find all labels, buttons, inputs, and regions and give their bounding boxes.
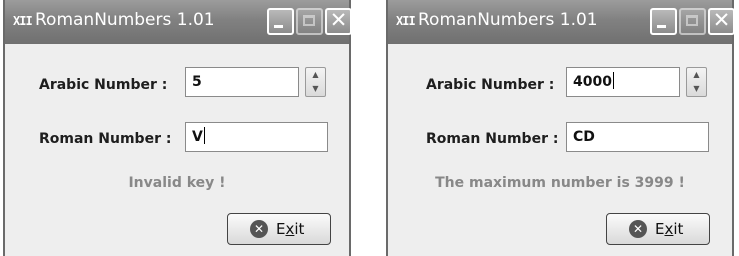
status-message: The maximum number is 3999 !: [435, 175, 685, 191]
roman-number-input[interactable]: CD: [566, 122, 709, 152]
arabic-number-spinner[interactable]: ▲ ▼: [305, 67, 326, 97]
exit-icon: ✕: [629, 220, 647, 238]
close-icon: ✕: [712, 8, 731, 32]
roman-number-input[interactable]: V: [185, 122, 328, 152]
arabic-number-label: Arabic Number :: [426, 77, 555, 93]
roman-number-label: Roman Number :: [426, 131, 559, 147]
roman-numbers-window-2: XII RomanNumbers 1.01 ✕ Arabic Number : …: [386, 0, 735, 256]
exit-label: Exit: [276, 220, 305, 238]
arabic-number-input[interactable]: 4000: [566, 67, 680, 97]
close-button[interactable]: ✕: [325, 8, 352, 35]
exit-button[interactable]: ✕ Exit: [227, 213, 331, 245]
spin-up-icon[interactable]: ▲: [306, 68, 325, 82]
title-bar[interactable]: XII RomanNumbers 1.01 ✕: [388, 0, 735, 44]
maximize-button[interactable]: [296, 8, 323, 35]
exit-icon: ✕: [250, 220, 268, 238]
text-caret: [612, 72, 614, 89]
arabic-number-label: Arabic Number :: [39, 77, 168, 93]
arabic-number-value: 5: [192, 74, 202, 90]
app-icon: XII: [13, 14, 33, 28]
arabic-number-spinner[interactable]: ▲ ▼: [686, 67, 707, 97]
arabic-number-input[interactable]: 5: [185, 67, 299, 97]
spin-up-icon[interactable]: ▲: [687, 68, 706, 82]
maximize-icon: [303, 15, 315, 26]
arabic-number-value: 4000: [573, 74, 612, 90]
roman-numbers-window-1: XII RomanNumbers 1.01 ✕ Arabic Number : …: [3, 0, 352, 256]
exit-button[interactable]: ✕ Exit: [606, 213, 710, 245]
roman-number-value: V: [192, 129, 203, 145]
text-caret: [203, 127, 205, 144]
close-icon: ✕: [329, 8, 348, 32]
spin-down-icon[interactable]: ▼: [306, 82, 325, 96]
minimize-button[interactable]: [267, 8, 294, 35]
roman-number-value: CD: [573, 129, 595, 145]
window-title: RomanNumbers 1.01: [418, 10, 598, 30]
exit-label: Exit: [655, 220, 684, 238]
spin-down-icon[interactable]: ▼: [687, 82, 706, 96]
minimize-icon: [274, 25, 283, 28]
maximize-icon: [686, 15, 698, 26]
maximize-button[interactable]: [679, 8, 706, 35]
roman-number-label: Roman Number :: [39, 131, 172, 147]
status-message: Invalid key !: [128, 175, 226, 191]
title-bar[interactable]: XII RomanNumbers 1.01 ✕: [5, 0, 352, 44]
window-title: RomanNumbers 1.01: [35, 10, 215, 30]
close-button[interactable]: ✕: [708, 8, 735, 35]
app-icon: XII: [396, 14, 416, 28]
minimize-icon: [657, 25, 666, 28]
minimize-button[interactable]: [650, 8, 677, 35]
